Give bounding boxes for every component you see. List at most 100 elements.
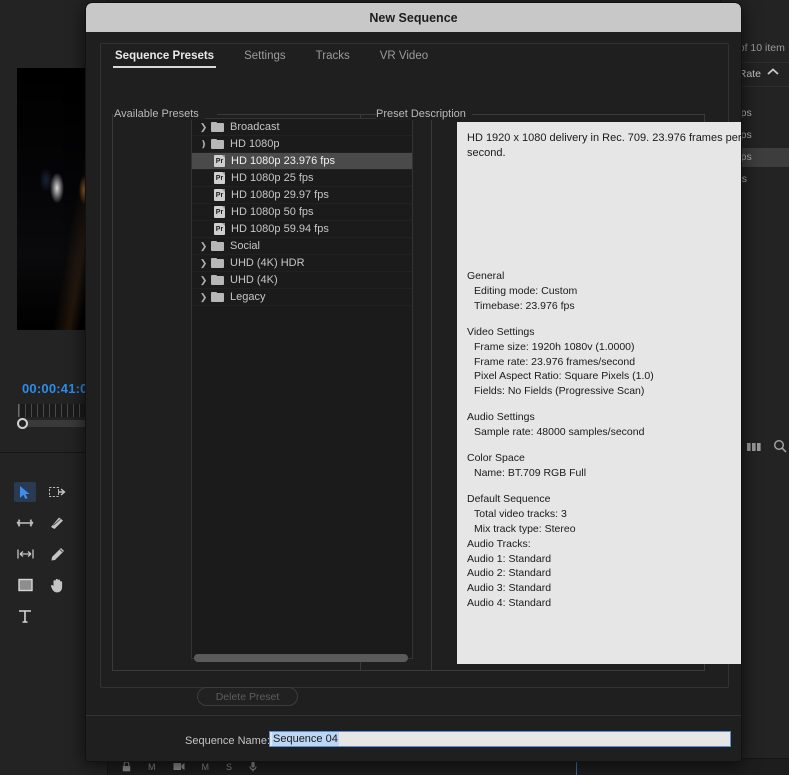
detail-line: Color Space xyxy=(467,452,525,465)
premiere-preset-icon: Pr xyxy=(214,189,225,201)
detail-line: Audio 3: Standard xyxy=(467,582,552,595)
detail-line: Video Settings xyxy=(467,325,535,338)
search-icon[interactable] xyxy=(773,439,787,458)
tree-folder-broadcast[interactable]: ❯ Broadcast xyxy=(192,119,412,136)
razor-tool[interactable] xyxy=(46,513,68,533)
tab-vr-video[interactable]: VR Video xyxy=(378,43,430,68)
folder-icon xyxy=(211,122,224,132)
track-select-forward-tool[interactable] xyxy=(46,482,68,502)
scrollbar-thumb[interactable] xyxy=(194,654,408,662)
tree-folder-legacy[interactable]: ❯ Legacy xyxy=(192,289,412,306)
playhead-timecode[interactable]: 00:00:41:0 xyxy=(22,381,88,396)
detail-line: Editing mode: Custom xyxy=(474,284,578,297)
detail-line: General xyxy=(467,270,505,282)
tree-item-label: HD 1080p xyxy=(230,138,280,150)
folder-icon xyxy=(211,258,224,268)
detail-line: Name: BT.709 RGB Full xyxy=(474,466,587,479)
camera-icon[interactable] xyxy=(173,762,185,773)
tree-item-label: HD 1080p 59.94 fps xyxy=(231,223,329,235)
chevron-up-icon[interactable] xyxy=(766,66,780,80)
tab-settings[interactable]: Settings xyxy=(242,43,288,68)
detail-line: Fields: No Fields (Progressive Scan) xyxy=(474,385,645,398)
lock-icon[interactable] xyxy=(122,760,131,774)
detail-line: Sample rate: 48000 samples/second xyxy=(474,426,645,439)
scrub-bar-handle[interactable] xyxy=(17,418,28,429)
dialog-tabbar: Sequence Presets Settings Tracks VR Vide… xyxy=(100,43,729,74)
dialog-title: New Sequence xyxy=(369,10,458,25)
new-sequence-dialog: New Sequence Sequence Presets Settings T… xyxy=(85,2,742,762)
detail-line: Audio 1: Standard xyxy=(467,552,552,565)
premiere-preset-icon: Pr xyxy=(214,206,225,218)
sequence-name-input[interactable]: Sequence 04 xyxy=(269,731,731,747)
tree-preset-hd-1080p-23976[interactable]: Pr HD 1080p 23.976 fps xyxy=(192,153,412,170)
detail-line: Audio Settings xyxy=(467,411,535,424)
preset-description-text: HD 1920 x 1080 delivery in Rec. 709. 23.… xyxy=(457,122,741,265)
tree-preset-hd-1080p-25[interactable]: Pr HD 1080p 25 fps xyxy=(192,170,412,187)
folder-icon xyxy=(211,139,224,149)
tree-item-label: HD 1080p 29.97 fps xyxy=(231,189,329,201)
tree-item-label: Legacy xyxy=(230,291,266,303)
hand-tool[interactable] xyxy=(46,575,68,595)
chevron-down-icon[interactable]: ❫ xyxy=(196,139,211,150)
tree-preset-hd-1080p-2997[interactable]: Pr HD 1080p 29.97 fps xyxy=(192,187,412,204)
tree-item-label: Broadcast xyxy=(230,121,280,133)
mute-toggle-label[interactable]: M xyxy=(148,762,156,772)
detail-line: Mix track type: Stereo xyxy=(474,522,576,535)
slip-tool[interactable] xyxy=(14,544,36,564)
dialog-divider xyxy=(86,715,741,716)
available-presets-tree[interactable]: ❯ Broadcast ❫ HD 1080p Pr HD 1080p 23.97… xyxy=(191,118,413,659)
detail-line: Frame rate: 23.976 frames/second xyxy=(474,355,636,368)
tree-folder-social[interactable]: ❯ Social xyxy=(192,238,412,255)
pen-tool[interactable] xyxy=(46,544,68,564)
tree-folder-uhd-4k[interactable]: ❯ UHD (4K) xyxy=(192,272,412,289)
detail-line: Audio 2: Standard xyxy=(467,567,552,580)
tree-folder-uhd-4k-hdr[interactable]: ❯ UHD (4K) HDR xyxy=(192,255,412,272)
detail-line: Frame size: 1920h 1080v (1.0000) xyxy=(474,340,635,353)
rectangle-tool[interactable] xyxy=(14,575,36,595)
chevron-right-icon[interactable]: ❯ xyxy=(196,258,211,269)
tree-item-label: UHD (4K) HDR xyxy=(230,257,305,269)
tab-tracks[interactable]: Tracks xyxy=(314,43,352,68)
detail-line: Total video tracks: 3 xyxy=(474,507,567,520)
chevron-right-icon[interactable]: ❯ xyxy=(196,241,211,252)
group-rule xyxy=(456,114,705,115)
solo-toggle-label[interactable]: S xyxy=(226,762,232,772)
selection-tool[interactable] xyxy=(14,482,36,502)
folder-icon xyxy=(211,241,224,251)
ripple-edit-tool[interactable] xyxy=(14,513,36,533)
tree-folder-hd-1080p[interactable]: ❫ HD 1080p xyxy=(192,136,412,153)
group-rule xyxy=(360,670,705,671)
mute-toggle-label[interactable]: M xyxy=(202,762,210,772)
premiere-pro-window: 00:00:41:0 1 of 10 item e Rate fps M M S… xyxy=(0,0,789,775)
premiere-preset-icon: Pr xyxy=(214,155,225,167)
premiere-preset-icon: Pr xyxy=(214,223,225,235)
tree-item-label: HD 1080p 50 fps xyxy=(231,206,314,218)
tab-sequence-presets[interactable]: Sequence Presets xyxy=(113,43,217,68)
group-rule xyxy=(431,114,432,670)
dialog-body: Sequence Presets Settings Tracks VR Vide… xyxy=(86,32,741,761)
chevron-right-icon[interactable]: ❯ xyxy=(196,122,211,133)
tree-preset-hd-1080p-5994[interactable]: Pr HD 1080p 59.94 fps xyxy=(192,221,412,238)
dialog-titlebar[interactable]: New Sequence xyxy=(86,3,741,32)
type-tool[interactable] xyxy=(14,606,36,626)
delete-preset-button[interactable]: Delete Preset xyxy=(197,687,298,706)
detail-line: Default Sequence xyxy=(467,492,551,505)
folder-icon xyxy=(211,292,224,302)
preset-settings-detail: General Editing mode: Custom Timebase: 2… xyxy=(457,260,741,664)
list-view-icon[interactable] xyxy=(747,439,761,457)
chevron-right-icon[interactable]: ❯ xyxy=(196,292,211,303)
tree-item-label: Social xyxy=(230,240,260,252)
premiere-preset-icon: Pr xyxy=(214,172,225,184)
detail-line: Timebase: 23.976 fps xyxy=(474,299,575,312)
mic-icon[interactable] xyxy=(249,761,257,774)
tools-panel xyxy=(14,482,76,637)
chevron-right-icon[interactable]: ❯ xyxy=(196,275,211,286)
folder-icon xyxy=(211,275,224,285)
tree-item-label: UHD (4K) xyxy=(230,274,278,286)
tree-preset-hd-1080p-50[interactable]: Pr HD 1080p 50 fps xyxy=(192,204,412,221)
detail-line: Audio 4: Standard xyxy=(467,597,552,610)
tree-horizontal-scrollbar[interactable] xyxy=(192,654,412,663)
tree-item-label: HD 1080p 25 fps xyxy=(231,172,314,184)
